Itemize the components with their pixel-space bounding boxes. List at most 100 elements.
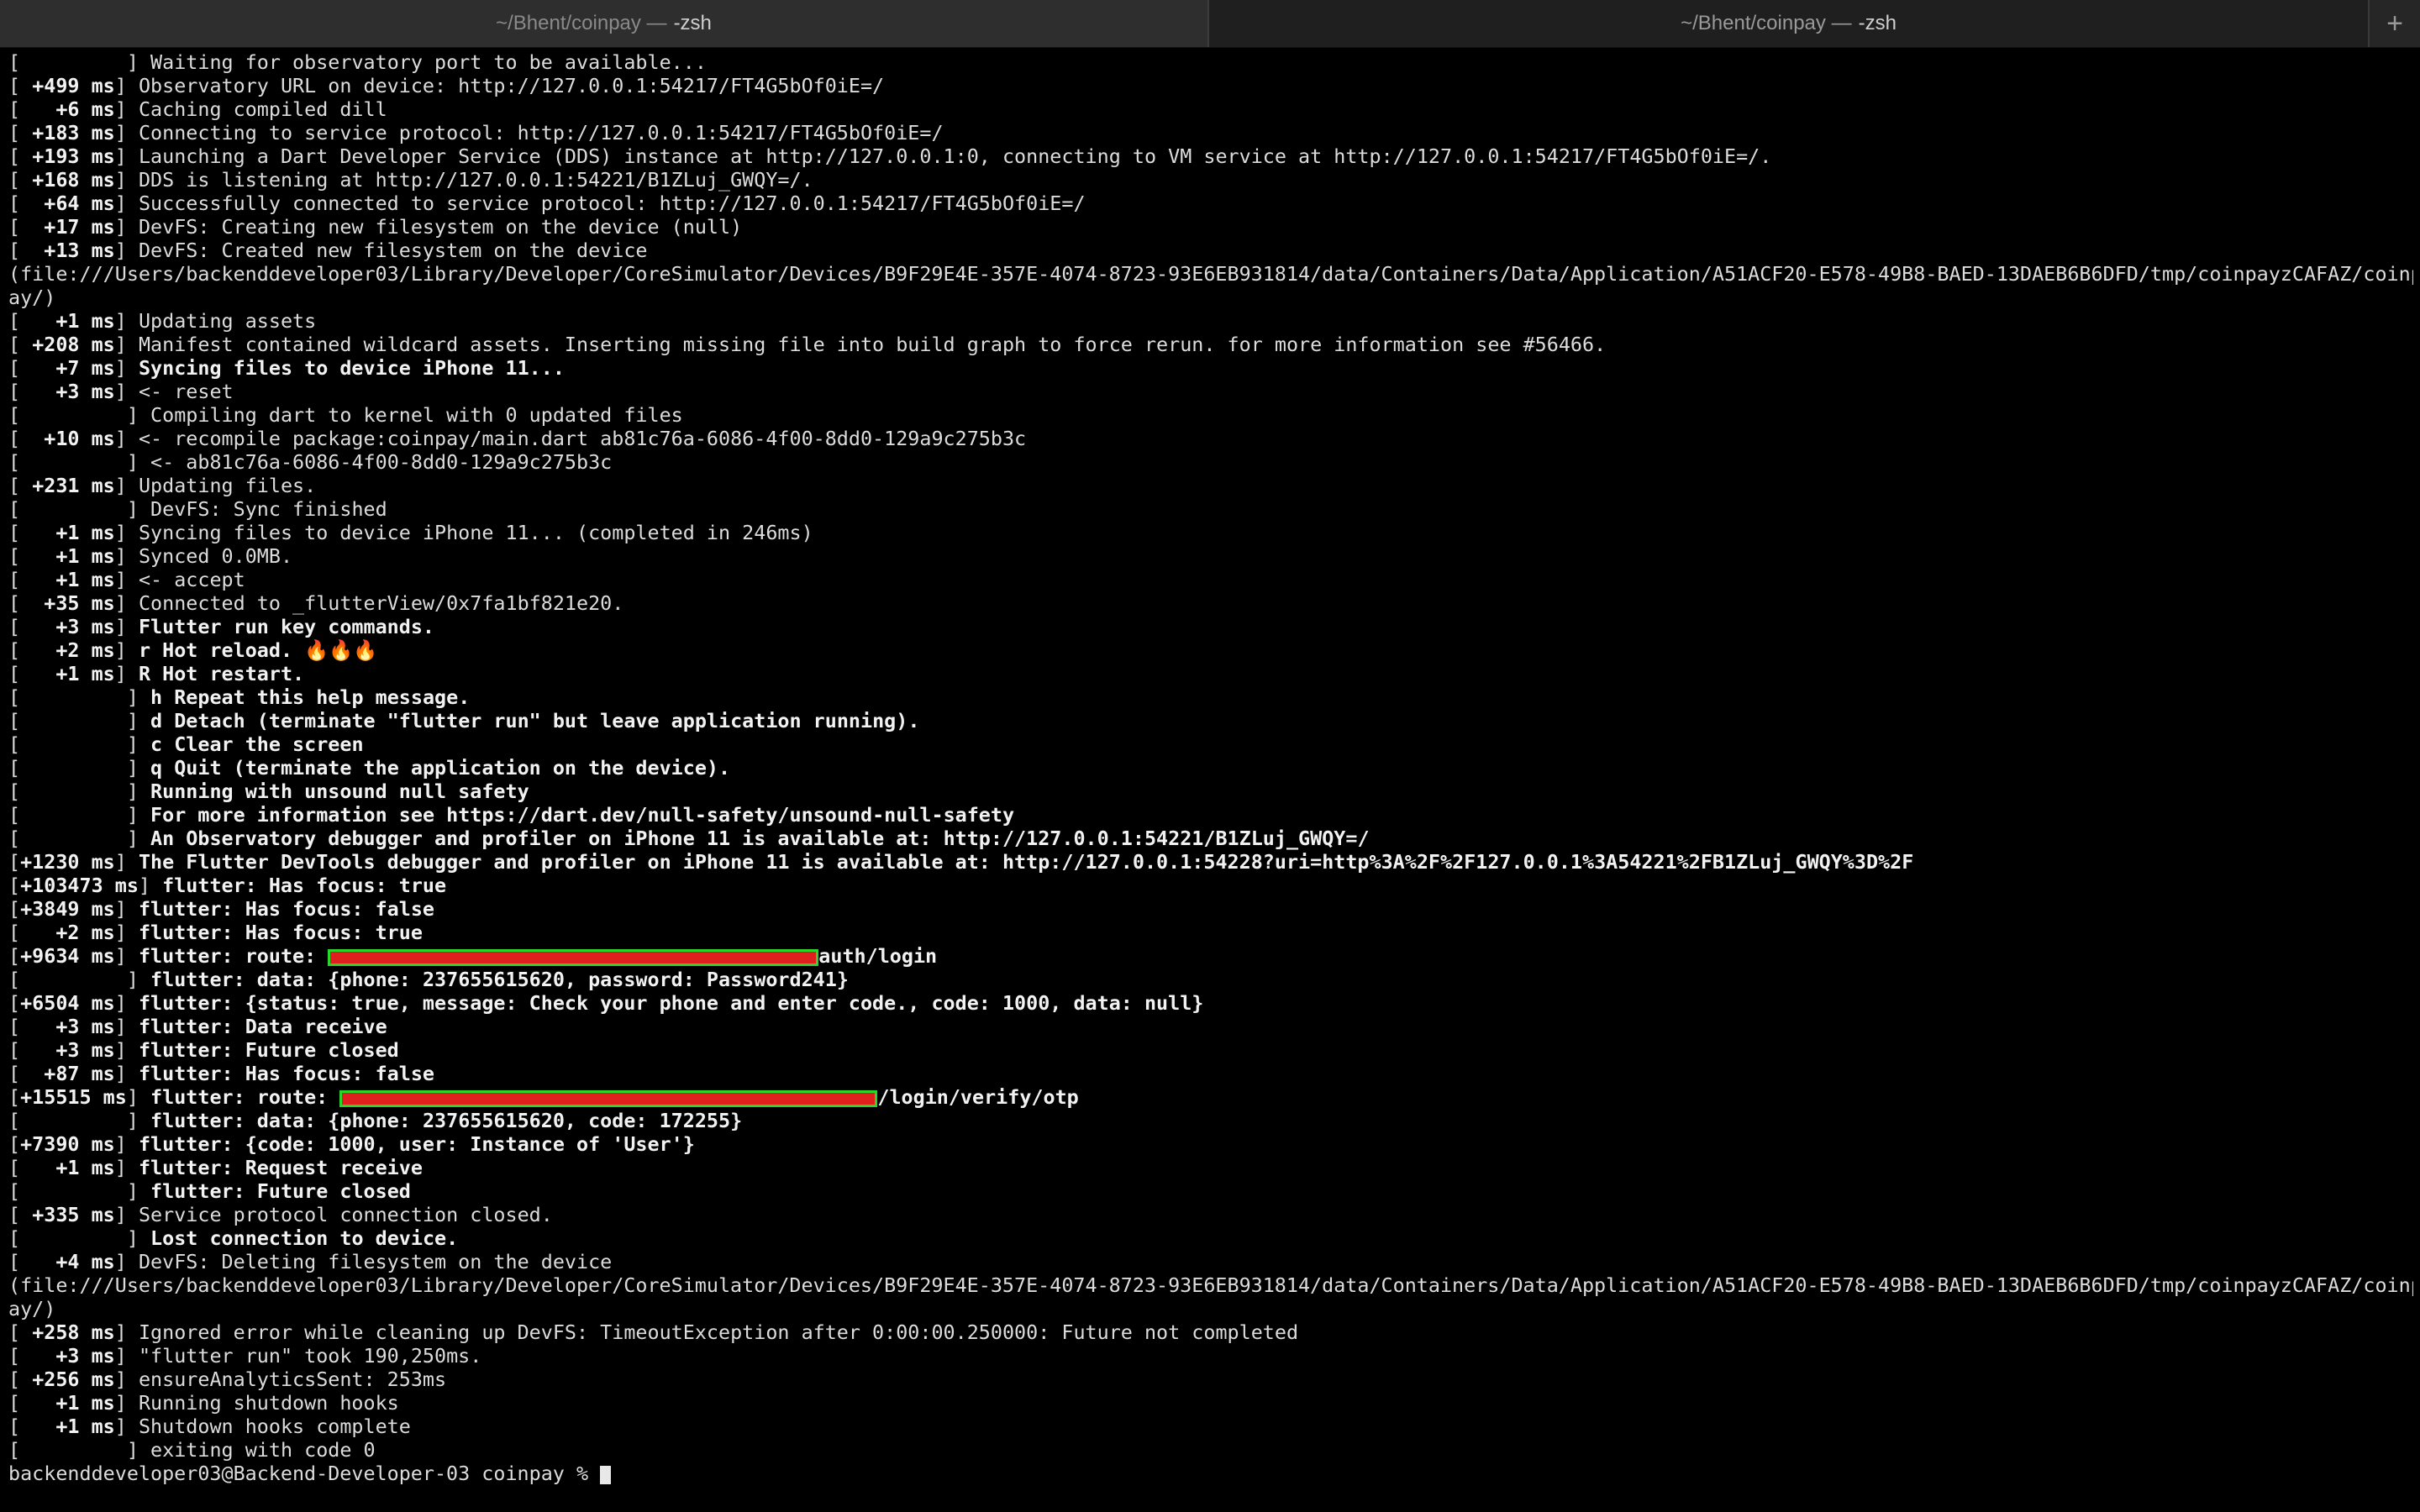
- terminal-line: (file:///Users/backenddeveloper03/Librar…: [8, 1273, 2413, 1297]
- timestamp: [ ]: [8, 50, 139, 74]
- line-text: ay/): [8, 1297, 56, 1320]
- line-text: <- ab81c76a-6086-4f00-8dd0-129a9c275b3c: [150, 450, 613, 474]
- terminal-line: ay/): [8, 286, 2413, 309]
- timestamp: [+103473 ms]: [8, 874, 151, 897]
- terminal-line: [ +7 ms] Syncing files to device iPhone …: [8, 356, 2413, 380]
- timestamp: [ ]: [8, 968, 139, 991]
- terminal-line: [ ] h Repeat this help message.: [8, 685, 2413, 709]
- redaction-bar: [339, 1089, 878, 1107]
- terminal-line: [ +183 ms] Connecting to service protoco…: [8, 121, 2413, 144]
- line-text: DevFS: Creating new filesystem on the de…: [138, 215, 743, 239]
- line-text: flutter: Request receive: [138, 1156, 423, 1179]
- line-text: DDS is listening at http://127.0.0.1:542…: [138, 168, 813, 192]
- terminal-line: [ +1 ms] R Hot restart.: [8, 662, 2413, 685]
- shell-prompt[interactable]: backenddeveloper03@Backend-Developer-03 …: [8, 1462, 2413, 1485]
- line-text: Syncing files to device iPhone 11... (co…: [138, 521, 813, 544]
- terminal-line: [ +2 ms] flutter: Has focus: true: [8, 921, 2413, 944]
- terminal-line: (file:///Users/backenddeveloper03/Librar…: [8, 262, 2413, 286]
- terminal-line: [ +256 ms] ensureAnalyticsSent: 253ms: [8, 1368, 2413, 1391]
- terminal-line: [ +231 ms] Updating files.: [8, 474, 2413, 497]
- terminal-line: [ ] flutter: data: {phone: 237655615620,…: [8, 968, 2413, 991]
- terminal-output[interactable]: [ ] Waiting for observatory port to be a…: [8, 50, 2413, 1509]
- timestamp: [ +168 ms]: [8, 168, 127, 192]
- line-text: Flutter run key commands.: [138, 615, 435, 638]
- terminal-line: [ +3 ms] flutter: Future closed: [8, 1038, 2413, 1062]
- terminal-line: [ +13 ms] DevFS: Created new filesystem …: [8, 239, 2413, 262]
- terminal-line: [ ] Compiling dart to kernel with 0 upda…: [8, 403, 2413, 427]
- terminal-line: [ +4 ms] DevFS: Deleting filesystem on t…: [8, 1250, 2413, 1273]
- line-text: flutter: Has focus: false: [138, 1062, 435, 1085]
- redaction-bar: [328, 948, 819, 966]
- line-text: <- accept: [138, 568, 245, 591]
- terminal-line: [ +1 ms] Synced 0.0MB.: [8, 544, 2413, 568]
- timestamp: [ +1 ms]: [8, 544, 127, 568]
- line-text: Connecting to service protocol: http://1…: [138, 121, 944, 144]
- timestamp: [ +1 ms]: [8, 1156, 127, 1179]
- timestamp: [ ]: [8, 756, 139, 780]
- line-text: flutter: route:: [150, 1085, 340, 1109]
- timestamp: [ +1 ms]: [8, 568, 127, 591]
- terminal-line: [ +3 ms] <- reset: [8, 380, 2413, 403]
- fire-emoji: 🔥🔥🔥: [304, 638, 378, 662]
- terminal-line: [ ] An Observatory debugger and profiler…: [8, 827, 2413, 850]
- line-text: Successfully connected to service protoc…: [138, 192, 1086, 215]
- line-text: r Hot reload.: [138, 638, 305, 662]
- terminal-line: [ ] flutter: data: {phone: 237655615620,…: [8, 1109, 2413, 1132]
- terminal-line: [ +1 ms] flutter: Request receive: [8, 1156, 2413, 1179]
- terminal-line: [+7390 ms] flutter: {code: 1000, user: I…: [8, 1132, 2413, 1156]
- timestamp: [ +335 ms]: [8, 1203, 127, 1226]
- line-text: flutter: Has focus: true: [138, 921, 423, 944]
- timestamp: [ +4 ms]: [8, 1250, 127, 1273]
- terminal-line: [ ] DevFS: Sync finished: [8, 497, 2413, 521]
- timestamp: [ +13 ms]: [8, 239, 127, 262]
- line-text: R Hot restart.: [138, 662, 305, 685]
- line-text: Launching a Dart Developer Service (DDS)…: [138, 144, 1772, 168]
- terminal-line: [ +1 ms] Syncing files to device iPhone …: [8, 521, 2413, 544]
- line-text: Updating files.: [138, 474, 317, 497]
- terminal-line: [ +208 ms] Manifest contained wildcard a…: [8, 333, 2413, 356]
- terminal-line: [ ] Waiting for observatory port to be a…: [8, 50, 2413, 74]
- timestamp: [ ]: [8, 1179, 139, 1203]
- line-text: flutter: Data receive: [138, 1015, 387, 1038]
- timestamp: [ +1 ms]: [8, 521, 127, 544]
- terminal-line: [ +64 ms] Successfully connected to serv…: [8, 192, 2413, 215]
- line-text: DevFS: Created new filesystem on the dev…: [138, 239, 648, 262]
- line-text: Observatory URL on device: http://127.0.…: [138, 74, 885, 97]
- line-text: flutter: Has focus: true: [162, 874, 447, 897]
- terminal-line: [ ] d Detach (terminate "flutter run" bu…: [8, 709, 2413, 732]
- timestamp: [ ]: [8, 497, 139, 521]
- terminal-line: [+3849 ms] flutter: Has focus: false: [8, 897, 2413, 921]
- line-text: q Quit (terminate the application on the…: [150, 756, 731, 780]
- line-text: Connected to _flutterView/0x7fa1bf821e20…: [138, 591, 624, 615]
- line-text: Service protocol connection closed.: [138, 1203, 553, 1226]
- terminal-line: [ +335 ms] Service protocol connection c…: [8, 1203, 2413, 1226]
- timestamp: [ ]: [8, 403, 139, 427]
- tab-terminal-2[interactable]: ~/Bhent/coinpay — -zsh: [1209, 0, 2369, 47]
- line-text: flutter: Has focus: false: [138, 897, 435, 921]
- terminal-line: [ +168 ms] DDS is listening at http://12…: [8, 168, 2413, 192]
- terminal-line: [ ] exiting with code 0: [8, 1438, 2413, 1462]
- line-text: Waiting for observatory port to be avail…: [150, 50, 707, 74]
- new-tab-button[interactable]: +: [2368, 0, 2420, 47]
- terminal-line: [ +17 ms] DevFS: Creating new filesystem…: [8, 215, 2413, 239]
- line-text: flutter: {code: 1000, user: Instance of …: [138, 1132, 695, 1156]
- line-text: Synced 0.0MB.: [138, 544, 293, 568]
- timestamp: [ ]: [8, 827, 139, 850]
- line-text: flutter: data: {phone: 237655615620, cod…: [150, 1109, 743, 1132]
- timestamp: [ ]: [8, 709, 139, 732]
- terminal-line: [ ] <- ab81c76a-6086-4f00-8dd0-129a9c275…: [8, 450, 2413, 474]
- timestamp: [ ]: [8, 450, 139, 474]
- timestamp: [ ]: [8, 685, 139, 709]
- terminal-line: [ +6 ms] Caching compiled dill: [8, 97, 2413, 121]
- terminal-line: [ +10 ms] <- recompile package:coinpay/m…: [8, 427, 2413, 450]
- line-text: (file:///Users/backenddeveloper03/Librar…: [8, 1273, 2413, 1297]
- timestamp: [+15515 ms]: [8, 1085, 139, 1109]
- timestamp: [ ]: [8, 732, 139, 756]
- line-text: The Flutter DevTools debugger and profil…: [138, 850, 1914, 874]
- terminal-line: [ +3 ms] flutter: Data receive: [8, 1015, 2413, 1038]
- line-text: "flutter run" took 190,250ms.: [138, 1344, 482, 1368]
- timestamp: [ +1 ms]: [8, 1415, 127, 1438]
- tab-terminal-1[interactable]: ~/Bhent/coinpay — -zsh: [0, 0, 1209, 47]
- line-text: flutter: {status: true, message: Check y…: [138, 991, 1204, 1015]
- line-text: Syncing files to device iPhone 11...: [138, 356, 565, 380]
